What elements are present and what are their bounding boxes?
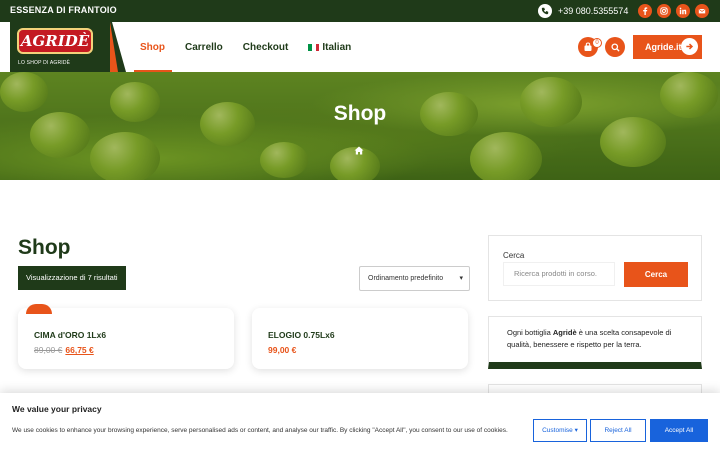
nav-cart[interactable]: Carrello bbox=[178, 22, 230, 72]
arrow-right-icon bbox=[681, 38, 698, 55]
phone-icon bbox=[538, 4, 552, 18]
cart-count-badge: 0 bbox=[592, 38, 602, 48]
order-select-value: Ordinamento predefinito bbox=[368, 275, 444, 282]
customise-button[interactable]: Customise ▾ bbox=[533, 419, 587, 442]
search-label: Cerca bbox=[503, 251, 525, 260]
product-card[interactable]: ELOGIO 0.75Lx6 99,00 € bbox=[252, 308, 468, 369]
logo-badge: AGRIDÈ bbox=[17, 28, 93, 54]
instagram-icon[interactable] bbox=[657, 4, 671, 18]
nav-language[interactable]: Italian bbox=[301, 22, 358, 72]
agride-site-button[interactable]: Agride.it bbox=[633, 35, 702, 59]
hero-title: Shop bbox=[333, 102, 387, 125]
page-title: Shop bbox=[18, 236, 71, 259]
home-icon[interactable] bbox=[354, 142, 364, 160]
nav-shop[interactable]: Shop bbox=[134, 22, 172, 72]
linkedin-icon[interactable] bbox=[676, 4, 690, 18]
product-name[interactable]: ELOGIO 0.75Lx6 bbox=[268, 330, 335, 340]
tagline: ESSENZA DI FRANTOIO bbox=[10, 5, 117, 15]
hero-banner: Shop bbox=[0, 72, 720, 180]
email-icon[interactable] bbox=[695, 4, 709, 18]
product-price: 99,00 € bbox=[268, 345, 297, 355]
phone-contact[interactable]: +39 080.5355574 bbox=[538, 4, 628, 18]
info-text: Ogni bottiglia Agridè è una scelta consa… bbox=[507, 327, 697, 351]
facebook-icon[interactable] bbox=[638, 4, 652, 18]
caret-down-icon: ▾ bbox=[574, 427, 578, 434]
search-input[interactable]: Ricerca prodotti in corso. bbox=[503, 262, 615, 286]
product-sale-price: 66,75 € bbox=[65, 345, 94, 355]
hero-overlay bbox=[0, 72, 720, 180]
product-old-price: 89,00 € bbox=[34, 345, 63, 355]
logo-subtitle: LO SHOP DI AGRIDÈ bbox=[18, 60, 71, 66]
accept-all-button[interactable]: Accept All bbox=[650, 419, 708, 442]
sale-badge bbox=[26, 304, 52, 314]
nav-checkout[interactable]: Checkout bbox=[236, 22, 296, 72]
reject-all-button[interactable]: Reject All bbox=[590, 419, 646, 442]
main-nav: Shop Carrello Checkout Italian bbox=[134, 22, 364, 72]
header-search-button[interactable] bbox=[605, 37, 625, 57]
results-count: Visualizzazione di 7 risultati bbox=[18, 266, 126, 290]
italian-flag-icon bbox=[308, 43, 320, 51]
product-price: 89,00 €66,75 € bbox=[34, 345, 94, 355]
search-button[interactable]: Cerca bbox=[624, 262, 688, 287]
nav-language-label: Italian bbox=[322, 41, 352, 53]
product-search-widget: Cerca Ricerca prodotti in corso. Cerca bbox=[488, 235, 702, 301]
info-brand: Agridè bbox=[552, 328, 577, 337]
logo-stripe-accent bbox=[110, 22, 118, 72]
chevron-down-icon: ▾ bbox=[459, 275, 463, 282]
cookie-title: We value your privacy bbox=[12, 404, 102, 414]
cookie-banner: We value your privacy We use cookies to … bbox=[0, 393, 720, 450]
cookie-text: We use cookies to enhance your browsing … bbox=[12, 427, 508, 434]
top-bar: ESSENZA DI FRANTOIO +39 080.5355574 bbox=[0, 0, 720, 22]
info-text-start: Ogni bottiglia bbox=[507, 328, 553, 337]
agride-site-label: Agride.it bbox=[645, 42, 682, 52]
product-card[interactable]: CIMA d'ORO 1Lx6 89,00 €66,75 € bbox=[18, 304, 234, 369]
product-name[interactable]: CIMA d'ORO 1Lx6 bbox=[34, 330, 106, 340]
order-select[interactable]: Ordinamento predefinito ▾ bbox=[359, 266, 470, 291]
customise-label: Customise bbox=[542, 427, 573, 434]
info-widget: Ogni bottiglia Agridè è una scelta consa… bbox=[488, 316, 702, 369]
site-header: AGRIDÈ LO SHOP DI AGRIDÈ Shop Carrello C… bbox=[0, 22, 720, 72]
search-icon bbox=[610, 42, 620, 52]
logo[interactable]: AGRIDÈ LO SHOP DI AGRIDÈ bbox=[10, 22, 126, 72]
social-links bbox=[638, 4, 709, 18]
phone-number[interactable]: +39 080.5355574 bbox=[558, 6, 628, 16]
